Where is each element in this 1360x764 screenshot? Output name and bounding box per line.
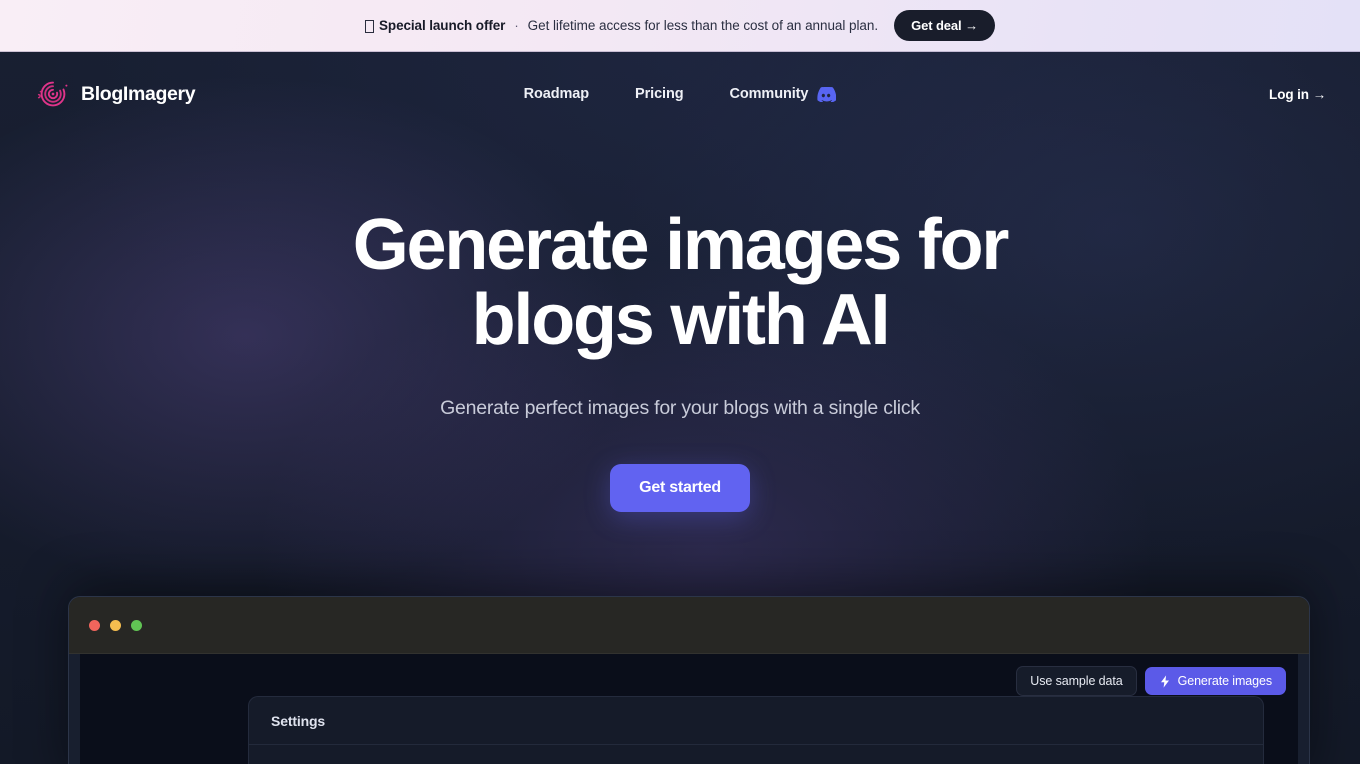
nav-link-roadmap-label: Roadmap [523, 86, 590, 102]
discord-icon [817, 86, 837, 102]
generate-images-button[interactable]: Generate images [1144, 667, 1286, 695]
announcement-headline: Special launch offer [379, 18, 506, 33]
nav-links: Roadmap Pricing Community [0, 86, 1360, 102]
nav-link-community-label: Community [729, 86, 809, 102]
nav-link-pricing-label: Pricing [635, 86, 684, 102]
settings-panel-body [249, 745, 1263, 764]
zap-icon [1160, 674, 1169, 688]
app-preview-window: Use sample data Generate images Settings [68, 596, 1310, 764]
get-started-button[interactable]: Get started [610, 463, 750, 512]
window-minimize-dot[interactable] [110, 619, 121, 631]
nav-link-pricing[interactable]: Pricing [635, 86, 684, 102]
use-sample-data-button[interactable]: Use sample data [1016, 666, 1137, 696]
top-navigation: BlogImagery Roadmap Pricing Community Lo… [0, 52, 1360, 136]
nav-link-roadmap[interactable]: Roadmap [524, 86, 589, 102]
hero-subtitle: Generate perfect images for your blogs w… [440, 396, 920, 419]
brand[interactable]: BlogImagery [36, 77, 196, 111]
hero-cta-wrapper: Get started [0, 463, 1360, 512]
missing-glyph-icon [365, 20, 375, 33]
app-preview-body: Use sample data Generate images Settings [80, 654, 1298, 764]
announcement-text: Get lifetime access for less than the co… [527, 18, 879, 33]
brand-name: BlogImagery [81, 82, 196, 105]
generate-images-label: Generate images [1177, 674, 1272, 688]
get-deal-button[interactable]: Get deal → [894, 10, 995, 41]
announcement-separator: · [514, 18, 519, 33]
announcement-banner-content: Special launch offer · Get lifetime acce… [365, 18, 878, 33]
landing-page: Special launch offer · Get lifetime acce… [0, 0, 1360, 764]
settings-panel-title: Settings [271, 712, 326, 729]
announcement-banner: Special launch offer · Get lifetime acce… [0, 0, 1360, 52]
window-maximize-dot[interactable] [131, 619, 142, 631]
window-close-dot[interactable] [89, 619, 100, 631]
window-titlebar [69, 597, 1309, 654]
settings-panel: Settings [248, 696, 1264, 764]
app-preview-toolbar: Use sample data Generate images [1016, 666, 1286, 696]
page-title: Generate images for blogs with AI [330, 208, 1030, 358]
window-traffic-lights [89, 619, 142, 631]
settings-panel-header: Settings [249, 697, 1263, 745]
nav-link-community[interactable]: Community [729, 86, 837, 102]
hero-title-line-2: blogs with AI [471, 279, 891, 360]
login-link[interactable]: Log in → [1269, 87, 1326, 102]
hero-title-line-1: Generate images for [352, 205, 1010, 285]
hero-section: Generate images for blogs with AI Genera… [0, 136, 1360, 512]
spiral-logo-icon [37, 81, 68, 107]
